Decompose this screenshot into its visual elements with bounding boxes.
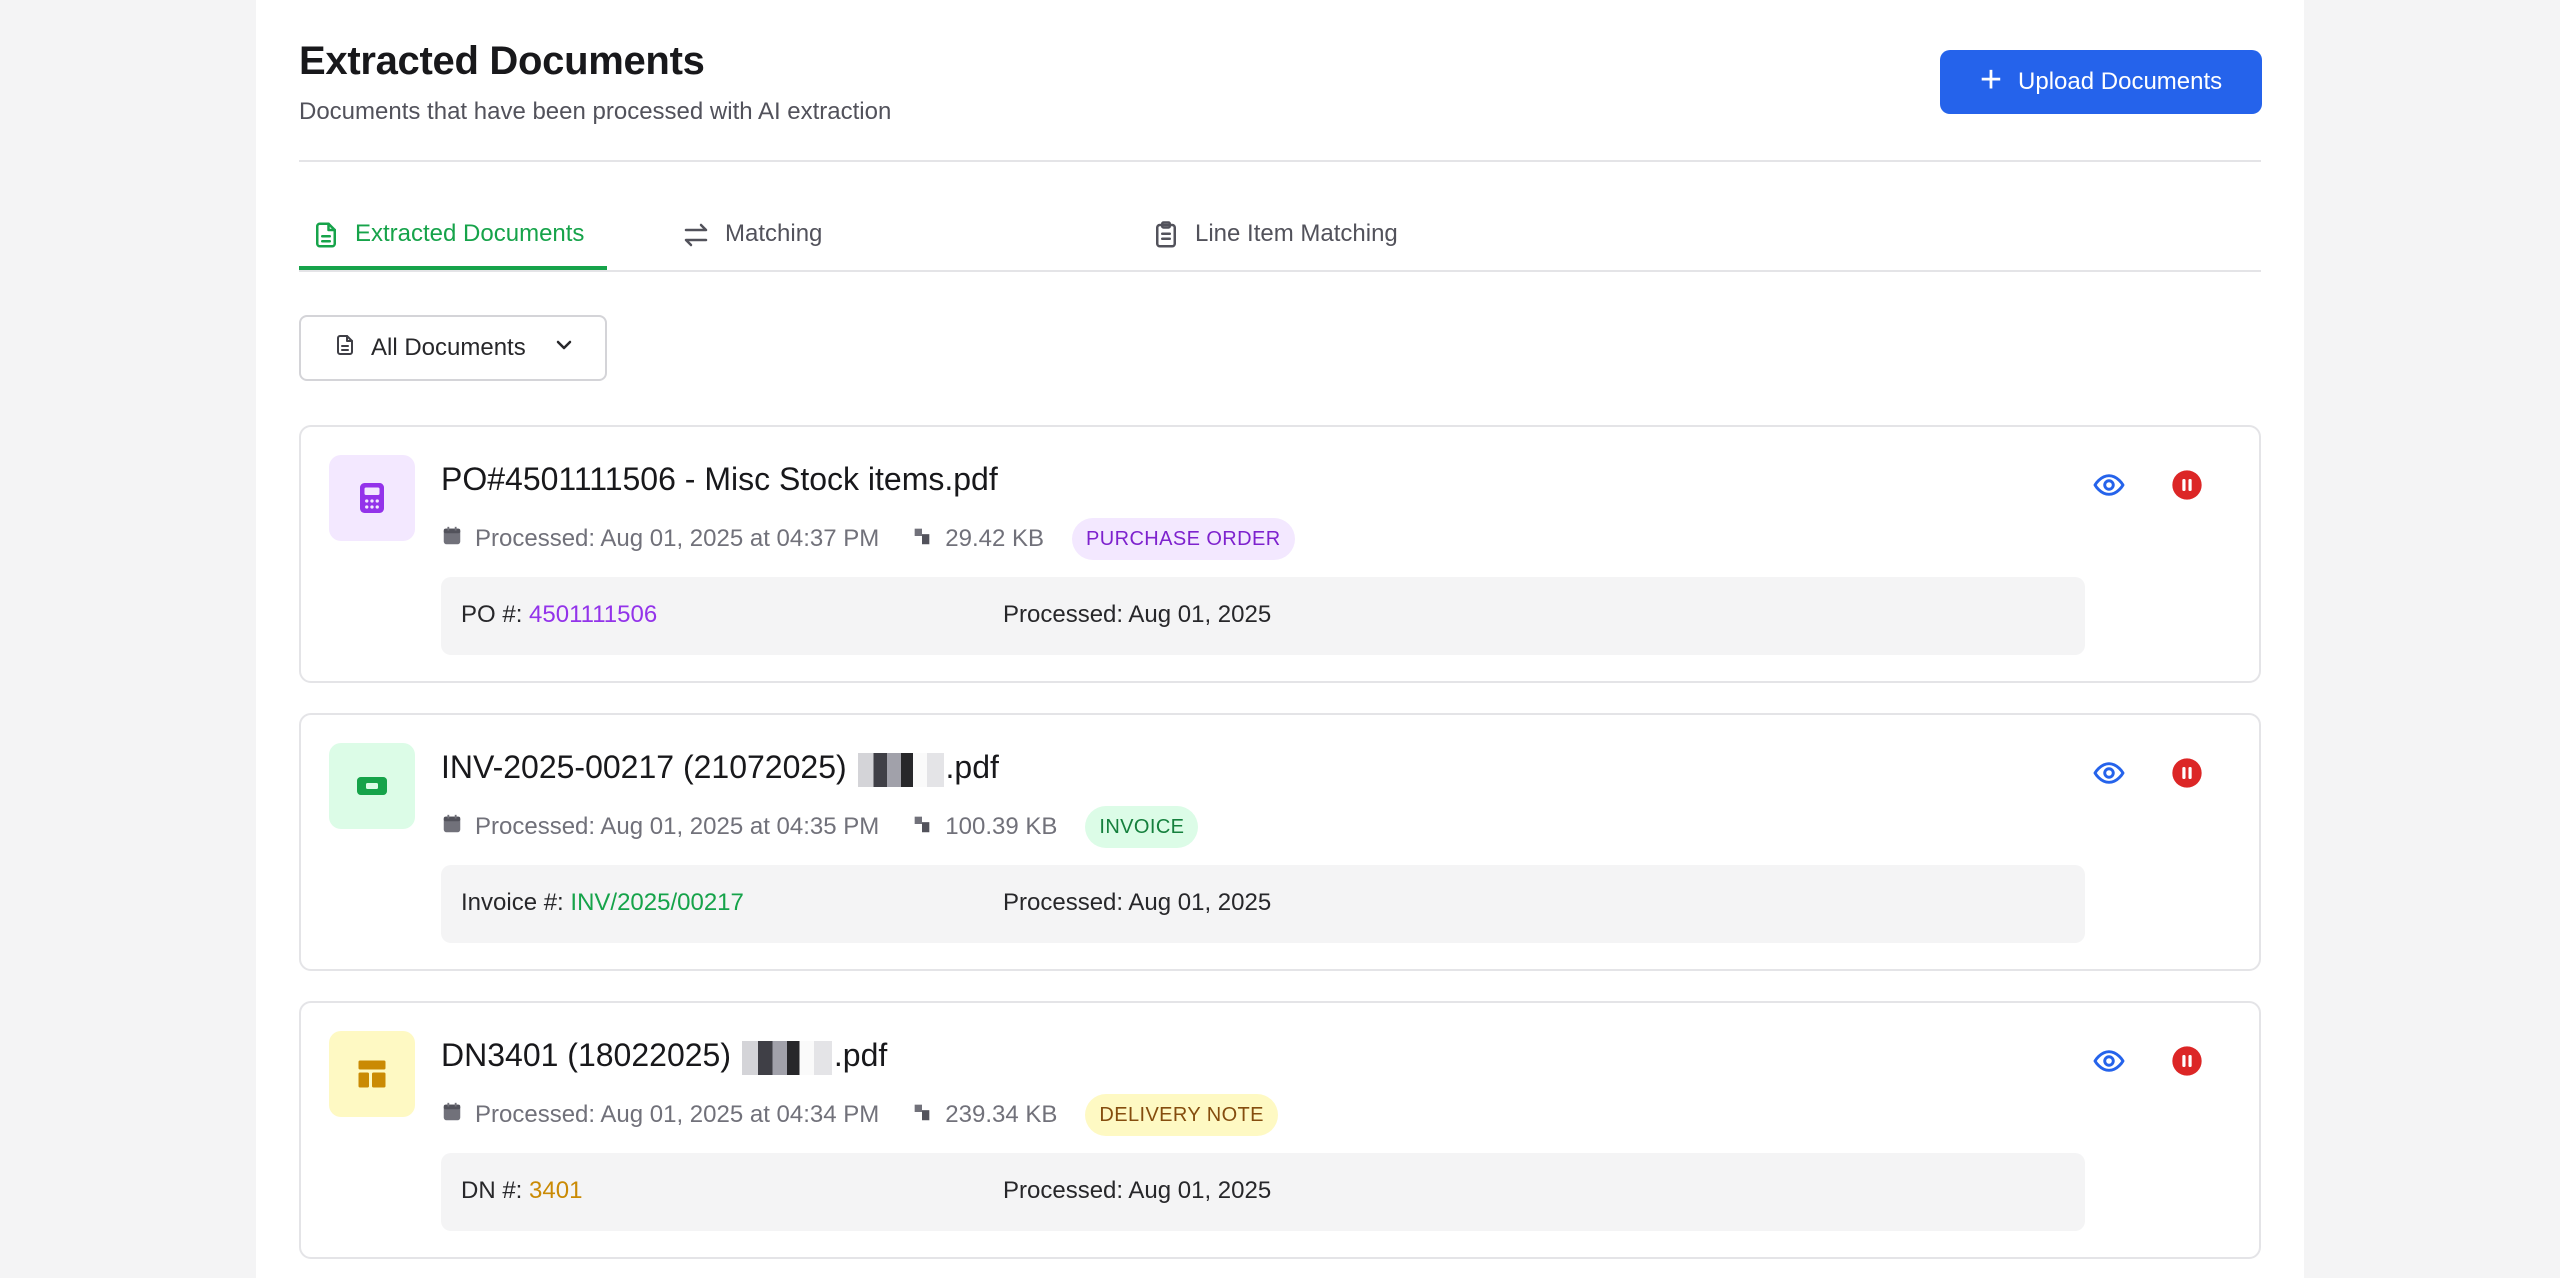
document-details: PO #: 4501111506 Processed: Aug 01, 2025 xyxy=(441,577,2085,655)
calculator-icon xyxy=(329,455,415,541)
document-type-badge: PURCHASE ORDER xyxy=(1072,518,1295,560)
document-title[interactable]: DN3401 (18022025) .pdf xyxy=(441,1037,887,1075)
redacted-text xyxy=(741,1040,832,1075)
filter-selected-value: All Documents xyxy=(371,334,526,361)
document-card: PO#4501111506 - Misc Stock items.pdf Pro… xyxy=(299,425,2261,683)
document-title-suffix: .pdf xyxy=(945,749,999,785)
reference-field: PO #: 4501111506 xyxy=(461,601,657,629)
tab-line-item-matching[interactable]: Line Item Matching xyxy=(1151,206,1398,268)
document-title[interactable]: INV-2025-00217 (21072025) .pdf xyxy=(441,749,999,787)
main-panel: Extracted Documents Documents that have … xyxy=(256,0,2304,1278)
file-text-icon xyxy=(311,220,341,257)
file-size-icon xyxy=(911,813,945,842)
calendar-icon xyxy=(441,813,475,842)
document-title-prefix: DN3401 (18022025) xyxy=(441,1037,731,1073)
document-card: DN3401 (18022025) .pdf Processed: Aug 01… xyxy=(299,1001,2261,1259)
reference-value: INV/2025/00217 xyxy=(570,889,744,916)
processed-timestamp: Processed: Aug 01, 2025 at 04:37 PM xyxy=(475,525,880,552)
calendar-icon xyxy=(441,1101,475,1130)
document-meta: Processed: Aug 01, 2025 at 04:34 PM 239.… xyxy=(441,1093,1278,1137)
calendar-icon xyxy=(441,525,475,554)
reference-field: Invoice #: INV/2025/00217 xyxy=(461,889,744,917)
header-divider xyxy=(299,160,2261,162)
file-size-icon xyxy=(911,525,945,554)
banknote-icon xyxy=(329,743,415,829)
pause-button[interactable] xyxy=(2171,469,2203,506)
processed-date: Processed: Aug 01, 2025 xyxy=(1003,889,1272,916)
reference-field: DN #: 3401 xyxy=(461,1177,582,1205)
upload-documents-button[interactable]: + Upload Documents xyxy=(1940,50,2262,114)
reference-label: DN #: xyxy=(461,1177,523,1204)
page-subtitle: Documents that have been processed with … xyxy=(299,98,892,125)
tab-label: Extracted Documents xyxy=(355,220,585,247)
page-header: Extracted Documents Documents that have … xyxy=(299,36,891,126)
document-details: Invoice #: INV/2025/00217 Processed: Aug… xyxy=(441,865,2085,943)
clipboard-icon xyxy=(1151,220,1181,257)
tab-bar: Extracted Documents Matching Line Item M… xyxy=(299,206,2261,272)
tab-extracted-documents[interactable]: Extracted Documents xyxy=(299,206,607,270)
processed-timestamp: Processed: Aug 01, 2025 at 04:35 PM xyxy=(475,813,880,840)
file-size: 239.34 KB xyxy=(945,1101,1058,1128)
reference-value: 4501111506 xyxy=(529,601,658,628)
pause-icon xyxy=(2171,1045,2203,1082)
layout-icon xyxy=(329,1031,415,1117)
redacted-text xyxy=(857,752,944,787)
file-size-icon xyxy=(911,1101,945,1130)
pause-button[interactable] xyxy=(2171,1045,2203,1082)
card-actions xyxy=(2093,757,2203,794)
file-size: 29.42 KB xyxy=(945,525,1045,552)
document-type-filter[interactable]: All Documents xyxy=(299,315,607,381)
processed-date: Processed: Aug 01, 2025 xyxy=(1003,601,1272,628)
arrows-swap-icon xyxy=(681,220,711,257)
processed-date: Processed: Aug 01, 2025 xyxy=(1003,1177,1272,1204)
document-details: DN #: 3401 Processed: Aug 01, 2025 xyxy=(441,1153,2085,1231)
tab-label: Matching xyxy=(725,220,823,247)
plus-icon: + xyxy=(1979,59,2003,101)
document-type-badge: DELIVERY NOTE xyxy=(1085,1094,1278,1136)
page-title: Extracted Documents xyxy=(299,39,705,83)
reference-value: 3401 xyxy=(529,1177,583,1204)
pause-icon xyxy=(2171,757,2203,794)
document-title[interactable]: PO#4501111506 - Misc Stock items.pdf xyxy=(441,461,998,498)
reference-label: Invoice #: xyxy=(461,889,564,916)
card-actions xyxy=(2093,469,2203,506)
upload-documents-label: Upload Documents xyxy=(2018,68,2223,95)
document-meta: Processed: Aug 01, 2025 at 04:37 PM 29.4… xyxy=(441,517,1295,561)
document-meta: Processed: Aug 01, 2025 at 04:35 PM 100.… xyxy=(441,805,1199,849)
document-title-prefix: INV-2025-00217 (21072025) xyxy=(441,749,847,785)
pause-icon xyxy=(2171,469,2203,506)
eye-icon xyxy=(2093,1045,2125,1082)
document-type-badge: INVOICE xyxy=(1085,806,1199,848)
tab-matching[interactable]: Matching xyxy=(681,206,822,268)
tab-label: Line Item Matching xyxy=(1195,220,1398,247)
view-button[interactable] xyxy=(2093,759,2125,791)
chevron-down-icon xyxy=(552,332,576,365)
card-actions xyxy=(2093,1045,2203,1082)
file-size: 100.39 KB xyxy=(945,813,1058,840)
document-title-suffix: .pdf xyxy=(833,1037,888,1073)
document-card: INV-2025-00217 (21072025) .pdf Processed… xyxy=(299,713,2261,971)
eye-icon xyxy=(2093,757,2125,794)
view-button[interactable] xyxy=(2093,471,2125,503)
eye-icon xyxy=(2093,469,2125,506)
reference-label: PO #: xyxy=(461,601,523,628)
pause-button[interactable] xyxy=(2171,757,2203,794)
view-button[interactable] xyxy=(2093,1047,2125,1079)
processed-timestamp: Processed: Aug 01, 2025 at 04:34 PM xyxy=(475,1101,880,1128)
file-icon xyxy=(333,332,357,365)
